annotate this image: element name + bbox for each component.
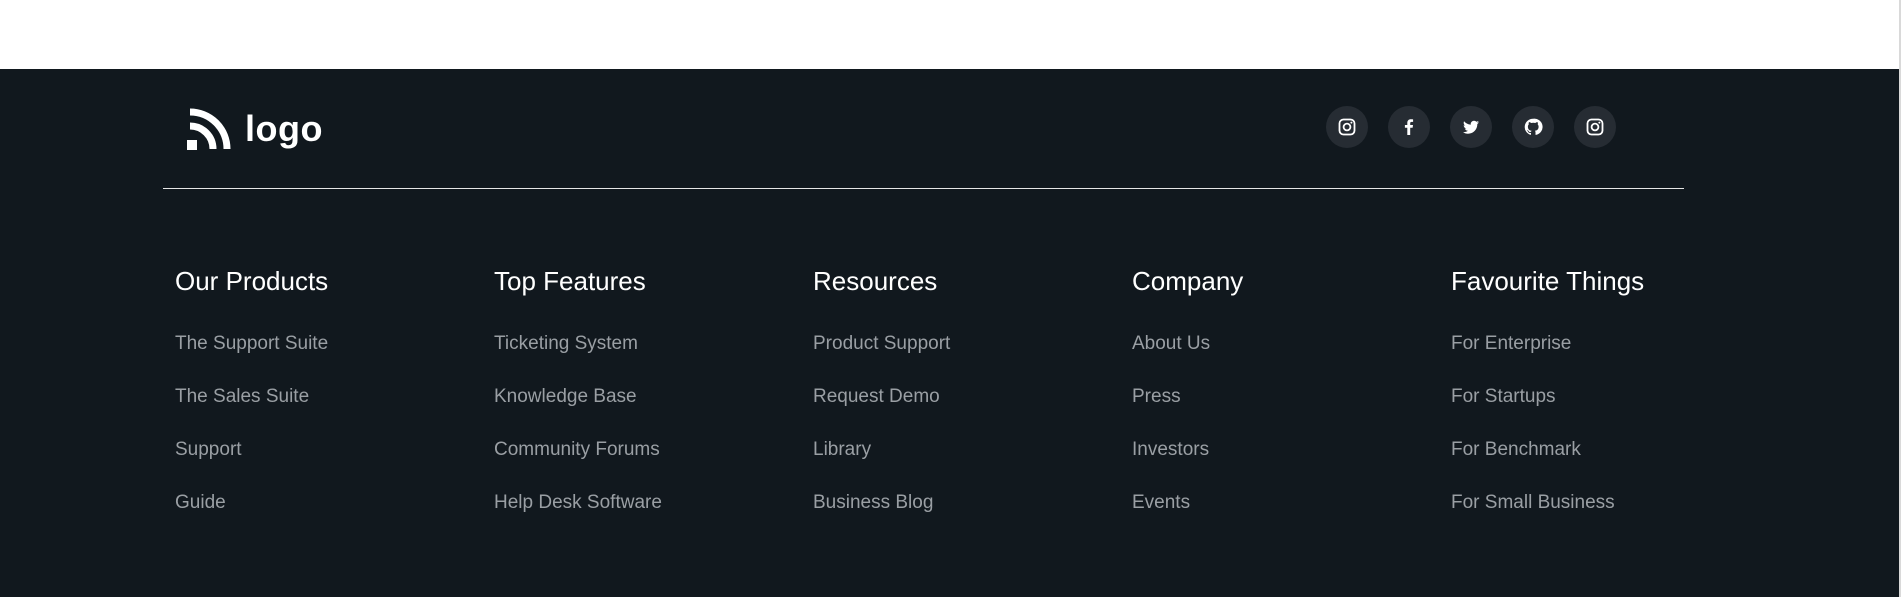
- footer-link[interactable]: Request Demo: [813, 385, 940, 409]
- list-item: Investors: [1132, 438, 1451, 491]
- facebook-button[interactable]: [1388, 106, 1430, 148]
- link-list: Ticketing System Knowledge Base Communit…: [494, 332, 813, 544]
- footer-link[interactable]: Help Desk Software: [494, 491, 662, 515]
- list-item: Support: [175, 438, 494, 491]
- list-item: Community Forums: [494, 438, 813, 491]
- footer-link[interactable]: Support: [175, 438, 242, 462]
- list-item: Press: [1132, 385, 1451, 438]
- list-item: Product Support: [813, 332, 1132, 385]
- footer-link[interactable]: Business Blog: [813, 491, 933, 515]
- instagram-button[interactable]: [1326, 106, 1368, 148]
- instagram-button[interactable]: [1574, 106, 1616, 148]
- list-item: For Small Business: [1451, 491, 1770, 544]
- social-links: [1326, 106, 1616, 148]
- list-item: Guide: [175, 491, 494, 544]
- footer-column-favourite-things: Favourite Things For Enterprise For Star…: [1451, 265, 1770, 544]
- footer-link[interactable]: For Enterprise: [1451, 332, 1571, 356]
- column-heading: Company: [1132, 266, 1244, 296]
- list-item: Knowledge Base: [494, 385, 813, 438]
- logo-text: logo: [245, 108, 323, 149]
- footer-link[interactable]: Product Support: [813, 332, 950, 356]
- footer-link[interactable]: For Small Business: [1451, 491, 1615, 515]
- github-icon: [1524, 118, 1543, 135]
- footer-column-resources: Resources Product Support Request Demo L…: [813, 265, 1132, 544]
- footer-link[interactable]: For Startups: [1451, 385, 1556, 409]
- link-list: The Support Suite The Sales Suite Suppor…: [175, 332, 494, 544]
- instagram-icon: [1586, 118, 1604, 136]
- link-list: For Enterprise For Startups For Benchmar…: [1451, 332, 1770, 544]
- link-list: About Us Press Investors Events: [1132, 332, 1451, 544]
- twitter-icon: [1463, 120, 1479, 134]
- footer-link[interactable]: Knowledge Base: [494, 385, 637, 409]
- footer-column-company: Company About Us Press Investors Events: [1132, 265, 1451, 544]
- list-item: Request Demo: [813, 385, 1132, 438]
- list-item: For Startups: [1451, 385, 1770, 438]
- footer-link[interactable]: Press: [1132, 385, 1181, 409]
- list-item: Help Desk Software: [494, 491, 813, 544]
- footer-link[interactable]: Investors: [1132, 438, 1209, 462]
- footer-link[interactable]: Community Forums: [494, 438, 660, 462]
- facebook-icon: [1404, 119, 1414, 135]
- github-button[interactable]: [1512, 106, 1554, 148]
- list-item: The Support Suite: [175, 332, 494, 385]
- instagram-icon: [1338, 118, 1356, 136]
- list-item: Ticketing System: [494, 332, 813, 385]
- link-list: Product Support Request Demo Library Bus…: [813, 332, 1132, 544]
- logo-arcs-icon: [187, 108, 231, 150]
- list-item: Events: [1132, 491, 1451, 544]
- footer-link[interactable]: Library: [813, 438, 871, 462]
- footer-link[interactable]: Events: [1132, 491, 1190, 515]
- list-item: Library: [813, 438, 1132, 491]
- footer-link-columns: Our Products The Support Suite The Sales…: [175, 265, 1770, 544]
- footer-link[interactable]: The Support Suite: [175, 332, 328, 356]
- footer-link[interactable]: Ticketing System: [494, 332, 638, 356]
- footer-link[interactable]: The Sales Suite: [175, 385, 309, 409]
- list-item: About Us: [1132, 332, 1451, 385]
- site-footer: logo Our Products The Support Suite The …: [0, 69, 1899, 597]
- list-item: The Sales Suite: [175, 385, 494, 438]
- column-heading: Resources: [813, 266, 938, 296]
- footer-link[interactable]: Guide: [175, 491, 226, 515]
- footer-column-our-products: Our Products The Support Suite The Sales…: [175, 265, 494, 544]
- footer-link[interactable]: For Benchmark: [1451, 438, 1581, 462]
- logo-link[interactable]: logo: [187, 105, 323, 153]
- column-heading: Our Products: [175, 266, 329, 296]
- column-heading: Top Features: [494, 266, 646, 296]
- column-heading: Favourite Things: [1451, 266, 1645, 296]
- footer-column-top-features: Top Features Ticketing System Knowledge …: [494, 265, 813, 544]
- footer-link[interactable]: About Us: [1132, 332, 1210, 356]
- twitter-button[interactable]: [1450, 106, 1492, 148]
- footer-divider: [163, 188, 1684, 189]
- list-item: For Benchmark: [1451, 438, 1770, 491]
- list-item: For Enterprise: [1451, 332, 1770, 385]
- list-item: Business Blog: [813, 491, 1132, 544]
